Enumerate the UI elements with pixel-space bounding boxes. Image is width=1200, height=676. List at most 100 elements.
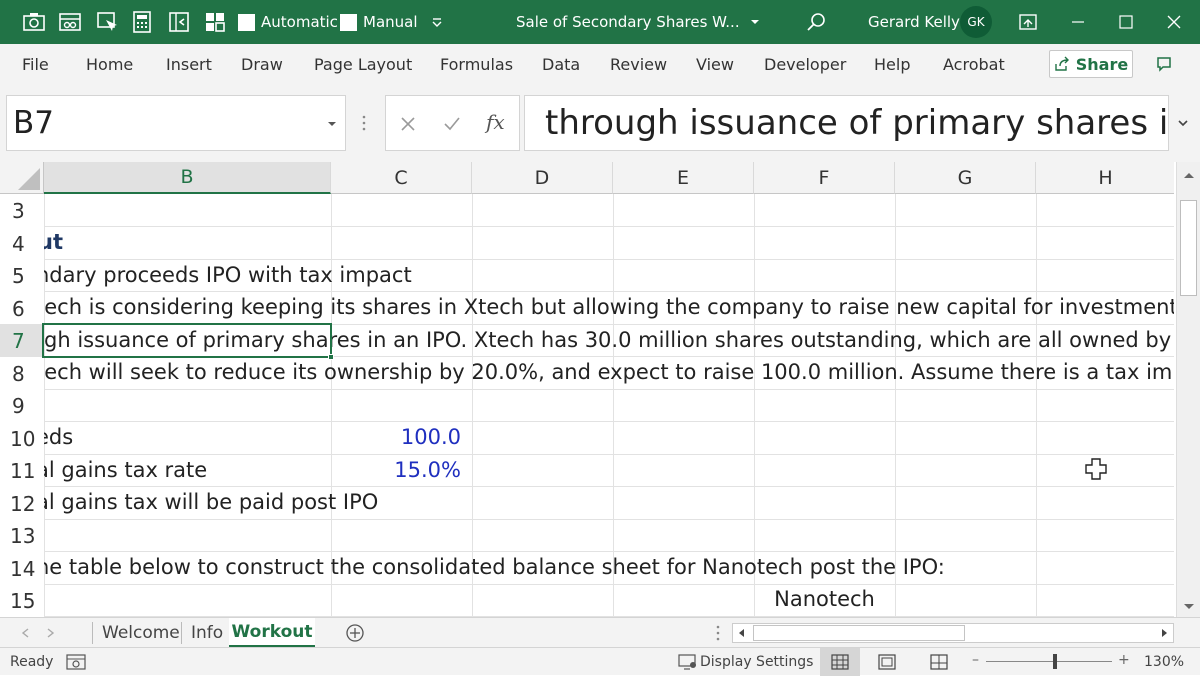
horizontal-scrollbar[interactable] — [732, 623, 1174, 643]
manual-checkbox[interactable]: Manual — [340, 0, 418, 44]
cancel-icon[interactable] — [398, 114, 418, 134]
scroll-down-icon[interactable] — [1178, 600, 1200, 614]
insert-function-button[interactable]: fx — [486, 110, 505, 134]
tab-split-handle[interactable] — [716, 625, 720, 641]
row-header-3[interactable]: 3 — [0, 194, 44, 227]
row-header-9[interactable]: 9 — [0, 389, 44, 422]
name-box[interactable]: B7 — [6, 95, 346, 151]
row-header-5[interactable]: 5 — [0, 259, 44, 292]
cell-b14[interactable]: he table below to construct the consolid… — [36, 551, 945, 584]
row-header-8[interactable]: 8 — [0, 357, 44, 390]
row-header-4[interactable]: 4 — [0, 227, 44, 260]
tab-data[interactable]: Data — [542, 44, 580, 84]
chevron-down-icon[interactable] — [327, 119, 337, 129]
column-header-f[interactable]: F — [754, 162, 895, 194]
grid-layout-icon[interactable] — [204, 0, 226, 44]
cell-c11[interactable]: 15.0% — [331, 454, 461, 487]
form-icon[interactable] — [168, 0, 190, 44]
select-all-corner[interactable] — [0, 162, 44, 194]
horizontal-scroll-thumb[interactable] — [753, 625, 965, 641]
maximize-button[interactable] — [1118, 0, 1134, 44]
vertical-scrollbar[interactable] — [1176, 162, 1200, 617]
qat-customize-dropdown[interactable] — [430, 0, 444, 44]
tab-developer[interactable]: Developer — [764, 44, 846, 84]
formula-bar-resize-handle[interactable] — [362, 114, 366, 132]
sheet-tab-info[interactable]: Info — [191, 618, 223, 648]
close-button[interactable] — [1166, 0, 1182, 44]
cell-b6[interactable]: tech is considering keeping its shares i… — [36, 291, 1174, 324]
cell-f15[interactable]: Nanotech — [754, 583, 895, 616]
share-button[interactable]: Share — [1049, 50, 1133, 78]
display-settings-button[interactable]: Display Settings — [700, 654, 813, 670]
zoom-out-button[interactable]: – — [972, 652, 979, 668]
manual-checkbox-box[interactable] — [340, 13, 357, 31]
automatic-checkbox[interactable]: Automatic — [238, 0, 338, 44]
tab-acrobat[interactable]: Acrobat — [943, 44, 1005, 84]
calculator-icon[interactable] — [132, 0, 152, 44]
search-icon[interactable] — [806, 0, 826, 44]
row-header-13[interactable]: 13 — [0, 519, 44, 552]
scroll-up-icon[interactable] — [1178, 168, 1200, 182]
tab-page-layout[interactable]: Page Layout — [314, 44, 412, 84]
cell-b12[interactable]: al gains tax will be paid post IPO — [36, 486, 378, 519]
row-header-15[interactable]: 15 — [0, 584, 44, 617]
worksheet-grid[interactable]: B C D E F G H ut ndary proceeds IPO with… — [0, 162, 1174, 617]
ribbon-display-options-icon[interactable] — [1018, 0, 1038, 44]
column-header-c[interactable]: C — [331, 162, 472, 194]
column-header-b[interactable]: B — [44, 162, 331, 194]
cell-b8[interactable]: tech will seek to reduce its ownership b… — [36, 356, 1174, 389]
zoom-in-button[interactable]: + — [1118, 652, 1130, 668]
sheet-tab-workout[interactable]: Workout — [229, 618, 315, 648]
row-header-12[interactable]: 12 — [0, 487, 44, 520]
page-layout-view-icon[interactable] — [878, 654, 896, 670]
column-header-e[interactable]: E — [613, 162, 754, 194]
zoom-level[interactable]: 130% — [1144, 654, 1184, 670]
tab-home[interactable]: Home — [86, 44, 133, 84]
scroll-right-icon[interactable] — [1157, 626, 1171, 640]
row-header-6[interactable]: 6 — [0, 292, 44, 325]
tab-help[interactable]: Help — [874, 44, 910, 84]
camera-icon[interactable] — [22, 0, 46, 44]
scroll-left-icon[interactable] — [735, 626, 749, 640]
automatic-checkbox-box[interactable] — [238, 13, 255, 31]
user-name[interactable]: Gerard Kelly — [868, 0, 960, 44]
cell-b5[interactable]: ndary proceeds IPO with tax impact — [36, 259, 412, 292]
comments-icon[interactable] — [1155, 44, 1173, 84]
column-header-d[interactable]: D — [472, 162, 613, 194]
row-header-7[interactable]: 7 — [0, 324, 44, 357]
expand-formula-bar-icon[interactable] — [1176, 116, 1190, 130]
tab-insert[interactable]: Insert — [166, 44, 212, 84]
row-header-10[interactable]: 10 — [0, 422, 44, 455]
zoom-slider[interactable] — [986, 661, 1112, 662]
tab-draw[interactable]: Draw — [241, 44, 283, 84]
row-header-14[interactable]: 14 — [0, 552, 44, 585]
tab-formulas[interactable]: Formulas — [440, 44, 513, 84]
avatar[interactable]: GK — [960, 0, 992, 44]
tab-review[interactable]: Review — [610, 44, 667, 84]
sheet-tab-welcome[interactable]: Welcome — [102, 618, 180, 648]
enter-check-icon[interactable] — [442, 114, 462, 134]
next-sheet-icon[interactable] — [44, 627, 56, 639]
cell-c10[interactable]: 100.0 — [331, 421, 461, 454]
fill-handle[interactable] — [328, 354, 334, 360]
prev-sheet-icon[interactable] — [20, 627, 32, 639]
new-sheet-icon[interactable] — [345, 623, 365, 643]
macro-icon[interactable] — [58, 0, 82, 44]
row-header-11[interactable]: 11 — [0, 454, 44, 487]
touch-mode-icon[interactable] — [96, 0, 118, 44]
minimize-button[interactable] — [1070, 0, 1086, 44]
column-header-h[interactable]: H — [1036, 162, 1174, 194]
tab-view[interactable]: View — [696, 44, 734, 84]
document-title[interactable]: Sale of Secondary Shares W... — [516, 0, 762, 44]
formula-input[interactable]: through issuance of primary shares in — [524, 95, 1169, 151]
selected-cell-border — [42, 323, 332, 358]
page-break-view-icon[interactable] — [930, 654, 948, 670]
grid-line — [44, 519, 1174, 520]
cell-b11[interactable]: al gains tax rate — [36, 454, 207, 487]
macro-record-icon[interactable] — [66, 654, 86, 670]
tab-file[interactable]: File — [22, 44, 49, 84]
zoom-slider-thumb[interactable] — [1053, 654, 1057, 669]
column-header-g[interactable]: G — [895, 162, 1036, 194]
scroll-thumb[interactable] — [1180, 200, 1197, 296]
normal-view-button[interactable] — [820, 648, 860, 676]
